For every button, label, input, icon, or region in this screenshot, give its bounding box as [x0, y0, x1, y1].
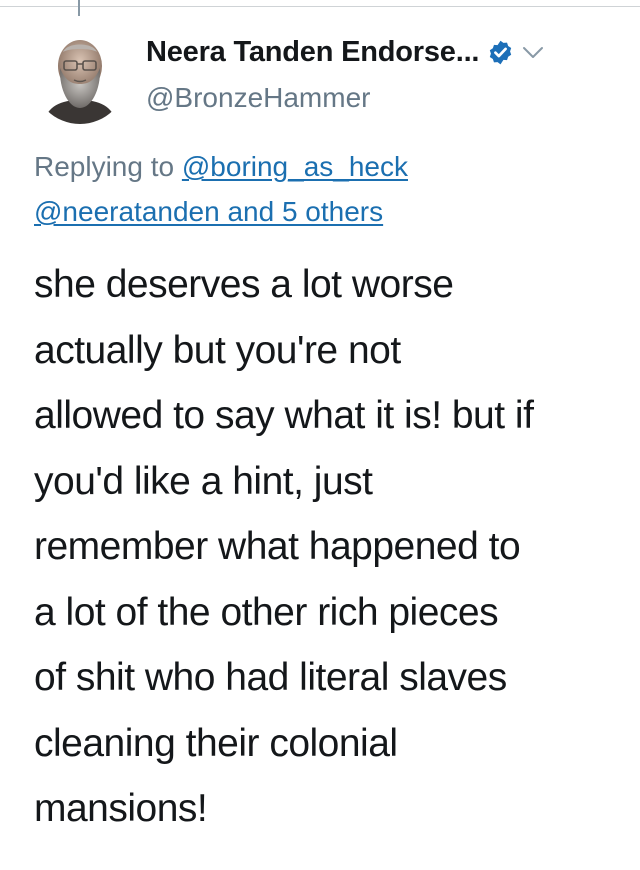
- author-handle[interactable]: @BronzeHammer: [146, 82, 370, 114]
- thread-connector-line: [78, 0, 80, 16]
- mention-link-boring-as-heck[interactable]: @boring_as_heck: [182, 151, 408, 182]
- top-divider: [0, 6, 640, 7]
- verified-badge-icon: [487, 39, 514, 66]
- avatar-photo: [33, 30, 127, 124]
- chevron-down-icon[interactable]: [521, 45, 545, 61]
- author-display-name[interactable]: Neera Tanden Endorse...: [146, 36, 479, 69]
- tweet-text-line: remember what happened to: [34, 525, 521, 568]
- mention-link-others[interactable]: @neeratanden and 5 others: [34, 196, 383, 227]
- tweet-text-line: mansions!: [34, 787, 208, 830]
- tweet-text-line: a lot of the other rich pieces: [34, 590, 499, 634]
- tweet-text-line: of shit who had literal slaves: [34, 656, 507, 699]
- tweet-text-line: she deserves a lot worse: [34, 263, 454, 306]
- author-row: Neera Tanden Endorse...: [146, 36, 545, 69]
- reply-context: Replying to @boring_as_heck @neeratanden…: [34, 144, 624, 234]
- tweet-text-line: allowed to say what it is! but if: [34, 394, 534, 437]
- tweet-text-line: actually but you're not: [34, 328, 401, 372]
- reply-prefix: Replying to: [34, 151, 175, 182]
- tweet-text-line: cleaning their colonial: [34, 721, 398, 765]
- tweet-text-line: you'd like a hint, just: [34, 459, 373, 503]
- tweet-text: she deserves a lot worse actually but yo…: [34, 252, 624, 842]
- avatar[interactable]: [33, 30, 127, 124]
